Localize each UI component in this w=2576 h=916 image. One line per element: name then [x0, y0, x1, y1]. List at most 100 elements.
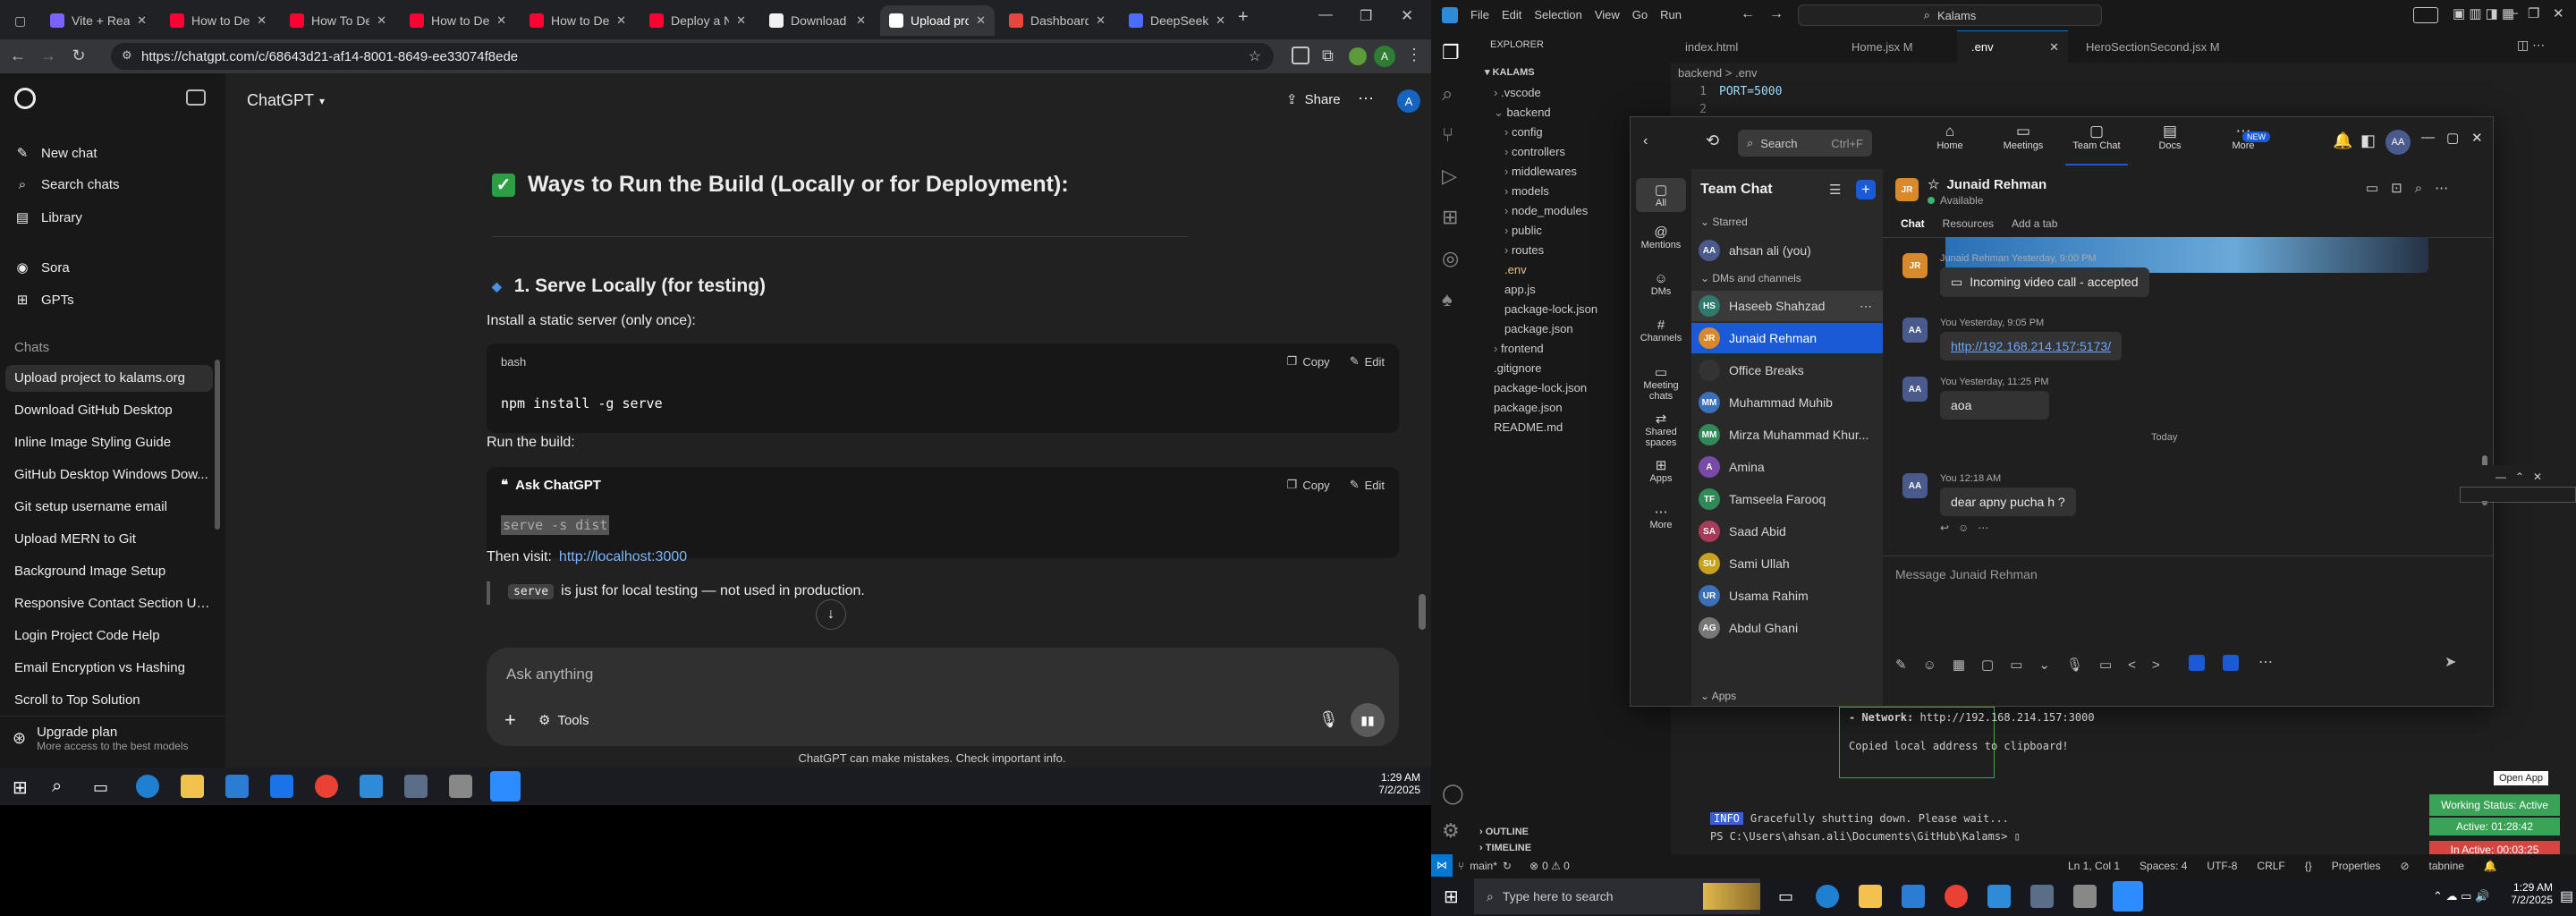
message-input[interactable]: Message Junaid Rehman	[1895, 567, 2038, 581]
share-button[interactable]: ⇪ Share	[1286, 91, 1341, 108]
chrome-taskbar-icon[interactable]	[1945, 885, 1968, 908]
account-icon[interactable]: ◯	[1442, 782, 1464, 805]
apps-heading[interactable]: ⌄ Apps	[1700, 690, 1736, 702]
close-window-icon[interactable]: ✕	[1401, 7, 1413, 25]
close-icon[interactable]: ✕	[2471, 130, 2483, 146]
chat-header-name[interactable]: ☆ Junaid Rehman	[1928, 176, 2046, 193]
breadcrumb[interactable]: backend > .env	[1678, 66, 1758, 80]
scroll-down-button[interactable]: ↓	[816, 599, 846, 630]
dms-heading[interactable]: ⌄ DMs and channels	[1700, 272, 1801, 284]
indentation[interactable]: Spaces: 4	[2140, 860, 2187, 872]
mongodb-icon[interactable]: ♠	[1442, 288, 1453, 311]
windows-start-icon[interactable]: ⊞	[1444, 886, 1459, 908]
tree-item[interactable]: › config	[1504, 125, 1543, 139]
explorer-icon[interactable]: ❐	[1442, 41, 1460, 64]
zoom-taskbar-icon[interactable]	[2113, 881, 2143, 912]
contact-item[interactable]: UR Usama Rahim	[1691, 581, 1883, 611]
edge-taskbar-icon[interactable]	[1816, 885, 1839, 908]
command-center-search[interactable]: ⌕ Kalams	[1798, 4, 2102, 26]
store-taskbar-icon[interactable]	[1902, 885, 1925, 908]
chrome-menu-kebab-icon[interactable]: ⋮	[1406, 46, 1422, 64]
windows-start-icon[interactable]: ⊞	[13, 776, 28, 799]
rail-item[interactable]: ▭ Meeting chats	[1631, 364, 1691, 402]
url-input[interactable]: ⚙ https://chatgpt.com/c/68643d21-af14-80…	[111, 43, 1274, 70]
panel-input[interactable]	[2460, 487, 2576, 503]
contact-item[interactable]: MM Muhammad Muhib	[1691, 387, 1883, 418]
settings-gear-icon[interactable]: ⚙	[1442, 819, 1460, 843]
taskbar-search[interactable]: ⌕ Type here to search	[1474, 878, 1760, 914]
timeline-section[interactable]: › TIMELINE	[1479, 843, 1531, 853]
chat-history-item[interactable]: Inline Image Styling Guide	[0, 429, 215, 456]
chrome-taskbar-icon[interactable]	[315, 775, 338, 798]
vscode-taskbar-icon[interactable]	[1987, 885, 2011, 908]
copilot-icon[interactable]	[2413, 7, 2438, 23]
close-window-icon[interactable]: ✕	[2553, 5, 2564, 21]
contact-item[interactable]: TF Tamseela Farooq	[1691, 484, 1883, 514]
chat-tab[interactable]: Resources	[1943, 217, 1994, 230]
chat-history-item[interactable]: Background Image Setup	[0, 558, 215, 585]
reload-icon[interactable]: ↻	[68, 47, 89, 65]
github-desktop-taskbar-icon[interactable]	[404, 775, 428, 798]
language-mode[interactable]: Properties	[2332, 860, 2381, 872]
chrome-tab[interactable]: Vite + React ✕	[41, 5, 156, 36]
clock-left[interactable]: 1:29 AM 7/2/2025	[1367, 771, 1420, 796]
user-avatar[interactable]: AA	[2385, 130, 2411, 155]
tree-item[interactable]: README.md	[1494, 420, 1563, 434]
menu-item[interactable]: Go	[1632, 8, 1648, 21]
chrome-tab[interactable]: Dashboard ✕	[1000, 5, 1114, 36]
branch-indicator[interactable]: ⑂ main* ↻	[1458, 860, 1512, 872]
app-taskbar-icon[interactable]	[2073, 885, 2097, 908]
tab-close-icon[interactable]: ✕	[736, 13, 746, 28]
chat-history-item[interactable]: Download GitHub Desktop	[0, 397, 215, 424]
tools-button[interactable]: ⚙ Tools	[538, 712, 589, 729]
mail-taskbar-icon[interactable]	[270, 775, 293, 798]
menu-item[interactable]: View	[1595, 8, 1620, 21]
zoom-app-icon[interactable]	[2189, 655, 2205, 671]
problems-indicator[interactable]: ⊗ 0 ⚠ 0	[1530, 860, 1570, 872]
file-explorer-taskbar-icon[interactable]	[1859, 885, 1882, 908]
microphone-icon[interactable]: 🎙	[1318, 710, 1339, 729]
minimize-icon[interactable]: —	[2504, 5, 2518, 21]
editor-tab[interactable]: Home.jsx M	[1837, 30, 1953, 63]
message-text[interactable]: http://192.168.214.157:5173/	[1951, 339, 2111, 353]
rail-item[interactable]: ▢ All	[1636, 178, 1686, 212]
top-nav-item[interactable]: ⌂ Home	[1919, 123, 1981, 151]
encoding[interactable]: UTF-8	[2207, 860, 2237, 872]
ext-green-icon[interactable]	[1349, 47, 1367, 65]
chat-header-actions[interactable]: ▭⊡⌕⋯	[2366, 180, 2461, 196]
edit-code-button-2[interactable]: ✎ Edit	[1350, 478, 1385, 492]
clock-right[interactable]: 1:29 AM 7/2/2025	[2494, 881, 2553, 906]
user-avatar[interactable]: A	[1397, 89, 1420, 113]
new-tab-icon[interactable]: +	[1238, 7, 1249, 28]
message-bubble[interactable]: aoa	[1940, 391, 2049, 420]
more-actions-icon[interactable]: ⋯	[2258, 653, 2273, 671]
new-chat-button[interactable]: +	[1856, 180, 1876, 199]
maximize-icon[interactable]: ▢	[2446, 130, 2459, 146]
store-taskbar-icon[interactable]	[225, 775, 249, 798]
tree-item[interactable]: package-lock.json	[1504, 302, 1597, 316]
extensions-puzzle-icon[interactable]: ⧉	[1322, 47, 1334, 65]
chat-history-item[interactable]: Email Encryption vs Hashing	[0, 655, 215, 682]
chat-history-item[interactable]: Scroll to Top Solution	[0, 687, 215, 714]
rail-item[interactable]: ⊞ Apps	[1631, 457, 1691, 484]
contact-item[interactable]: AG Abdul Ghani	[1691, 613, 1883, 643]
sidebar-nav-item[interactable]: ⌕ Search chats	[14, 177, 120, 192]
close-sidebar-icon[interactable]	[186, 89, 206, 106]
chrome-tab[interactable]: DeepSeek ✕	[1120, 5, 1234, 36]
menu-item[interactable]: Selection	[1534, 8, 1581, 21]
tree-item[interactable]: › models	[1504, 184, 1549, 198]
chrome-tab[interactable]: How to De ✕	[521, 5, 635, 36]
search-icon[interactable]: ⌕	[52, 776, 62, 797]
attach-plus-icon[interactable]: +	[504, 708, 516, 732]
go-live-icon[interactable]: ⊘	[2400, 860, 2409, 872]
top-nav-item[interactable]: ▢ Team Chat	[2065, 123, 2128, 165]
terminal-prompt[interactable]: PS C:\Users\ahsan.ali\Documents\GitHub\K…	[1710, 830, 2021, 843]
forward-icon[interactable]: →	[38, 47, 59, 65]
editor-tab[interactable]: .env ✕	[1957, 30, 2068, 63]
chat-history-item[interactable]: Git setup username email	[0, 494, 215, 521]
rail-item[interactable]: ⇄ Shared spaces	[1631, 411, 1691, 448]
menu-item[interactable]: Edit	[1502, 8, 1521, 21]
ask-chatgpt-label[interactable]: ❝ Ask ChatGPT	[501, 477, 601, 494]
model-selector[interactable]: ChatGPT ▾	[247, 91, 325, 110]
contact-item[interactable]: HS Haseeb Shahzad ⋯	[1691, 291, 1883, 321]
